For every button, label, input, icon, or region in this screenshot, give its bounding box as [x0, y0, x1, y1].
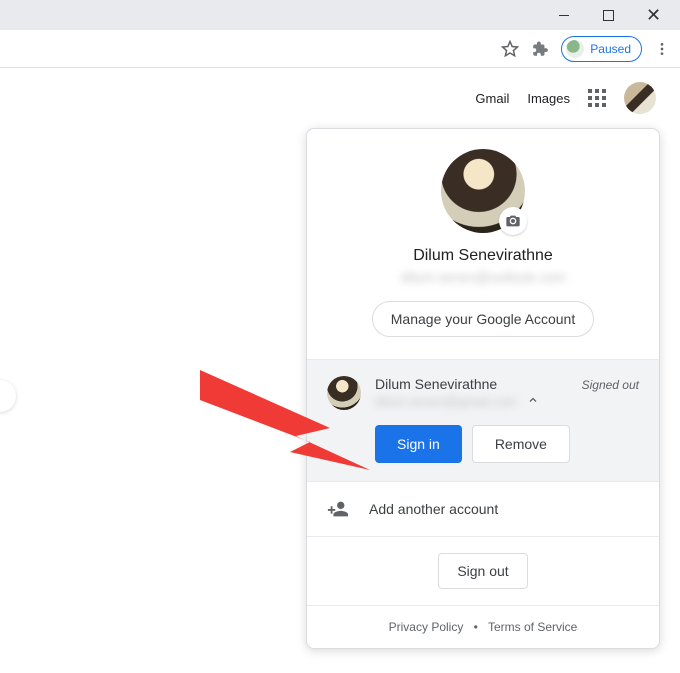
account-popup: Dilum Senevirathne dilum.senev@outlook.c… — [306, 128, 660, 649]
terms-link[interactable]: Terms of Service — [488, 620, 577, 634]
privacy-link[interactable]: Privacy Policy — [389, 620, 464, 634]
browser-menu-icon[interactable] — [654, 41, 670, 57]
bookmark-star-icon[interactable] — [501, 40, 519, 58]
alt-email: dilum.senev@gmail.com — [375, 394, 517, 409]
images-link[interactable]: Images — [527, 91, 570, 106]
toolbar: Paused — [0, 30, 680, 68]
account-avatar[interactable] — [624, 82, 656, 114]
profile-dot-icon — [566, 40, 584, 58]
google-header: Gmail Images — [0, 74, 680, 122]
alt-account-section: Dilum Senevirathne dilum.senev@gmail.com… — [307, 359, 659, 481]
popup-footer: Privacy Policy • Terms of Service — [307, 605, 659, 648]
add-person-icon — [327, 498, 349, 520]
signed-out-label: Signed out — [582, 378, 639, 392]
apps-grid-icon[interactable] — [588, 89, 606, 107]
sign-in-button[interactable]: Sign in — [375, 425, 462, 463]
manage-account-button[interactable]: Manage your Google Account — [372, 301, 594, 337]
chevron-up-icon[interactable] — [527, 393, 539, 411]
camera-icon[interactable] — [499, 207, 527, 235]
restore-button[interactable] — [586, 0, 631, 30]
paused-label: Paused — [590, 42, 631, 56]
extensions-icon[interactable] — [531, 40, 549, 58]
sign-out-button[interactable]: Sign out — [438, 553, 527, 589]
gmail-link[interactable]: Gmail — [475, 91, 509, 106]
alt-account-row[interactable]: Dilum Senevirathne dilum.senev@gmail.com… — [327, 376, 639, 411]
add-account-label: Add another account — [369, 501, 498, 517]
primary-avatar-wrap[interactable] — [441, 149, 525, 233]
page-edge-button[interactable] — [0, 380, 16, 412]
alt-avatar — [327, 376, 361, 410]
primary-name: Dilum Senevirathne — [327, 247, 639, 265]
profile-paused-pill[interactable]: Paused — [561, 36, 642, 62]
signout-section: Sign out — [307, 536, 659, 605]
footer-separator: • — [474, 620, 478, 634]
remove-button[interactable]: Remove — [472, 425, 570, 463]
minimize-button[interactable] — [541, 0, 586, 30]
popup-primary-section: Dilum Senevirathne dilum.senev@outlook.c… — [307, 129, 659, 359]
add-account-row[interactable]: Add another account — [307, 481, 659, 536]
window-titlebar: ✕ — [0, 0, 680, 30]
primary-email: dilum.senev@outlook.com — [327, 269, 639, 285]
close-button[interactable]: ✕ — [631, 0, 676, 30]
